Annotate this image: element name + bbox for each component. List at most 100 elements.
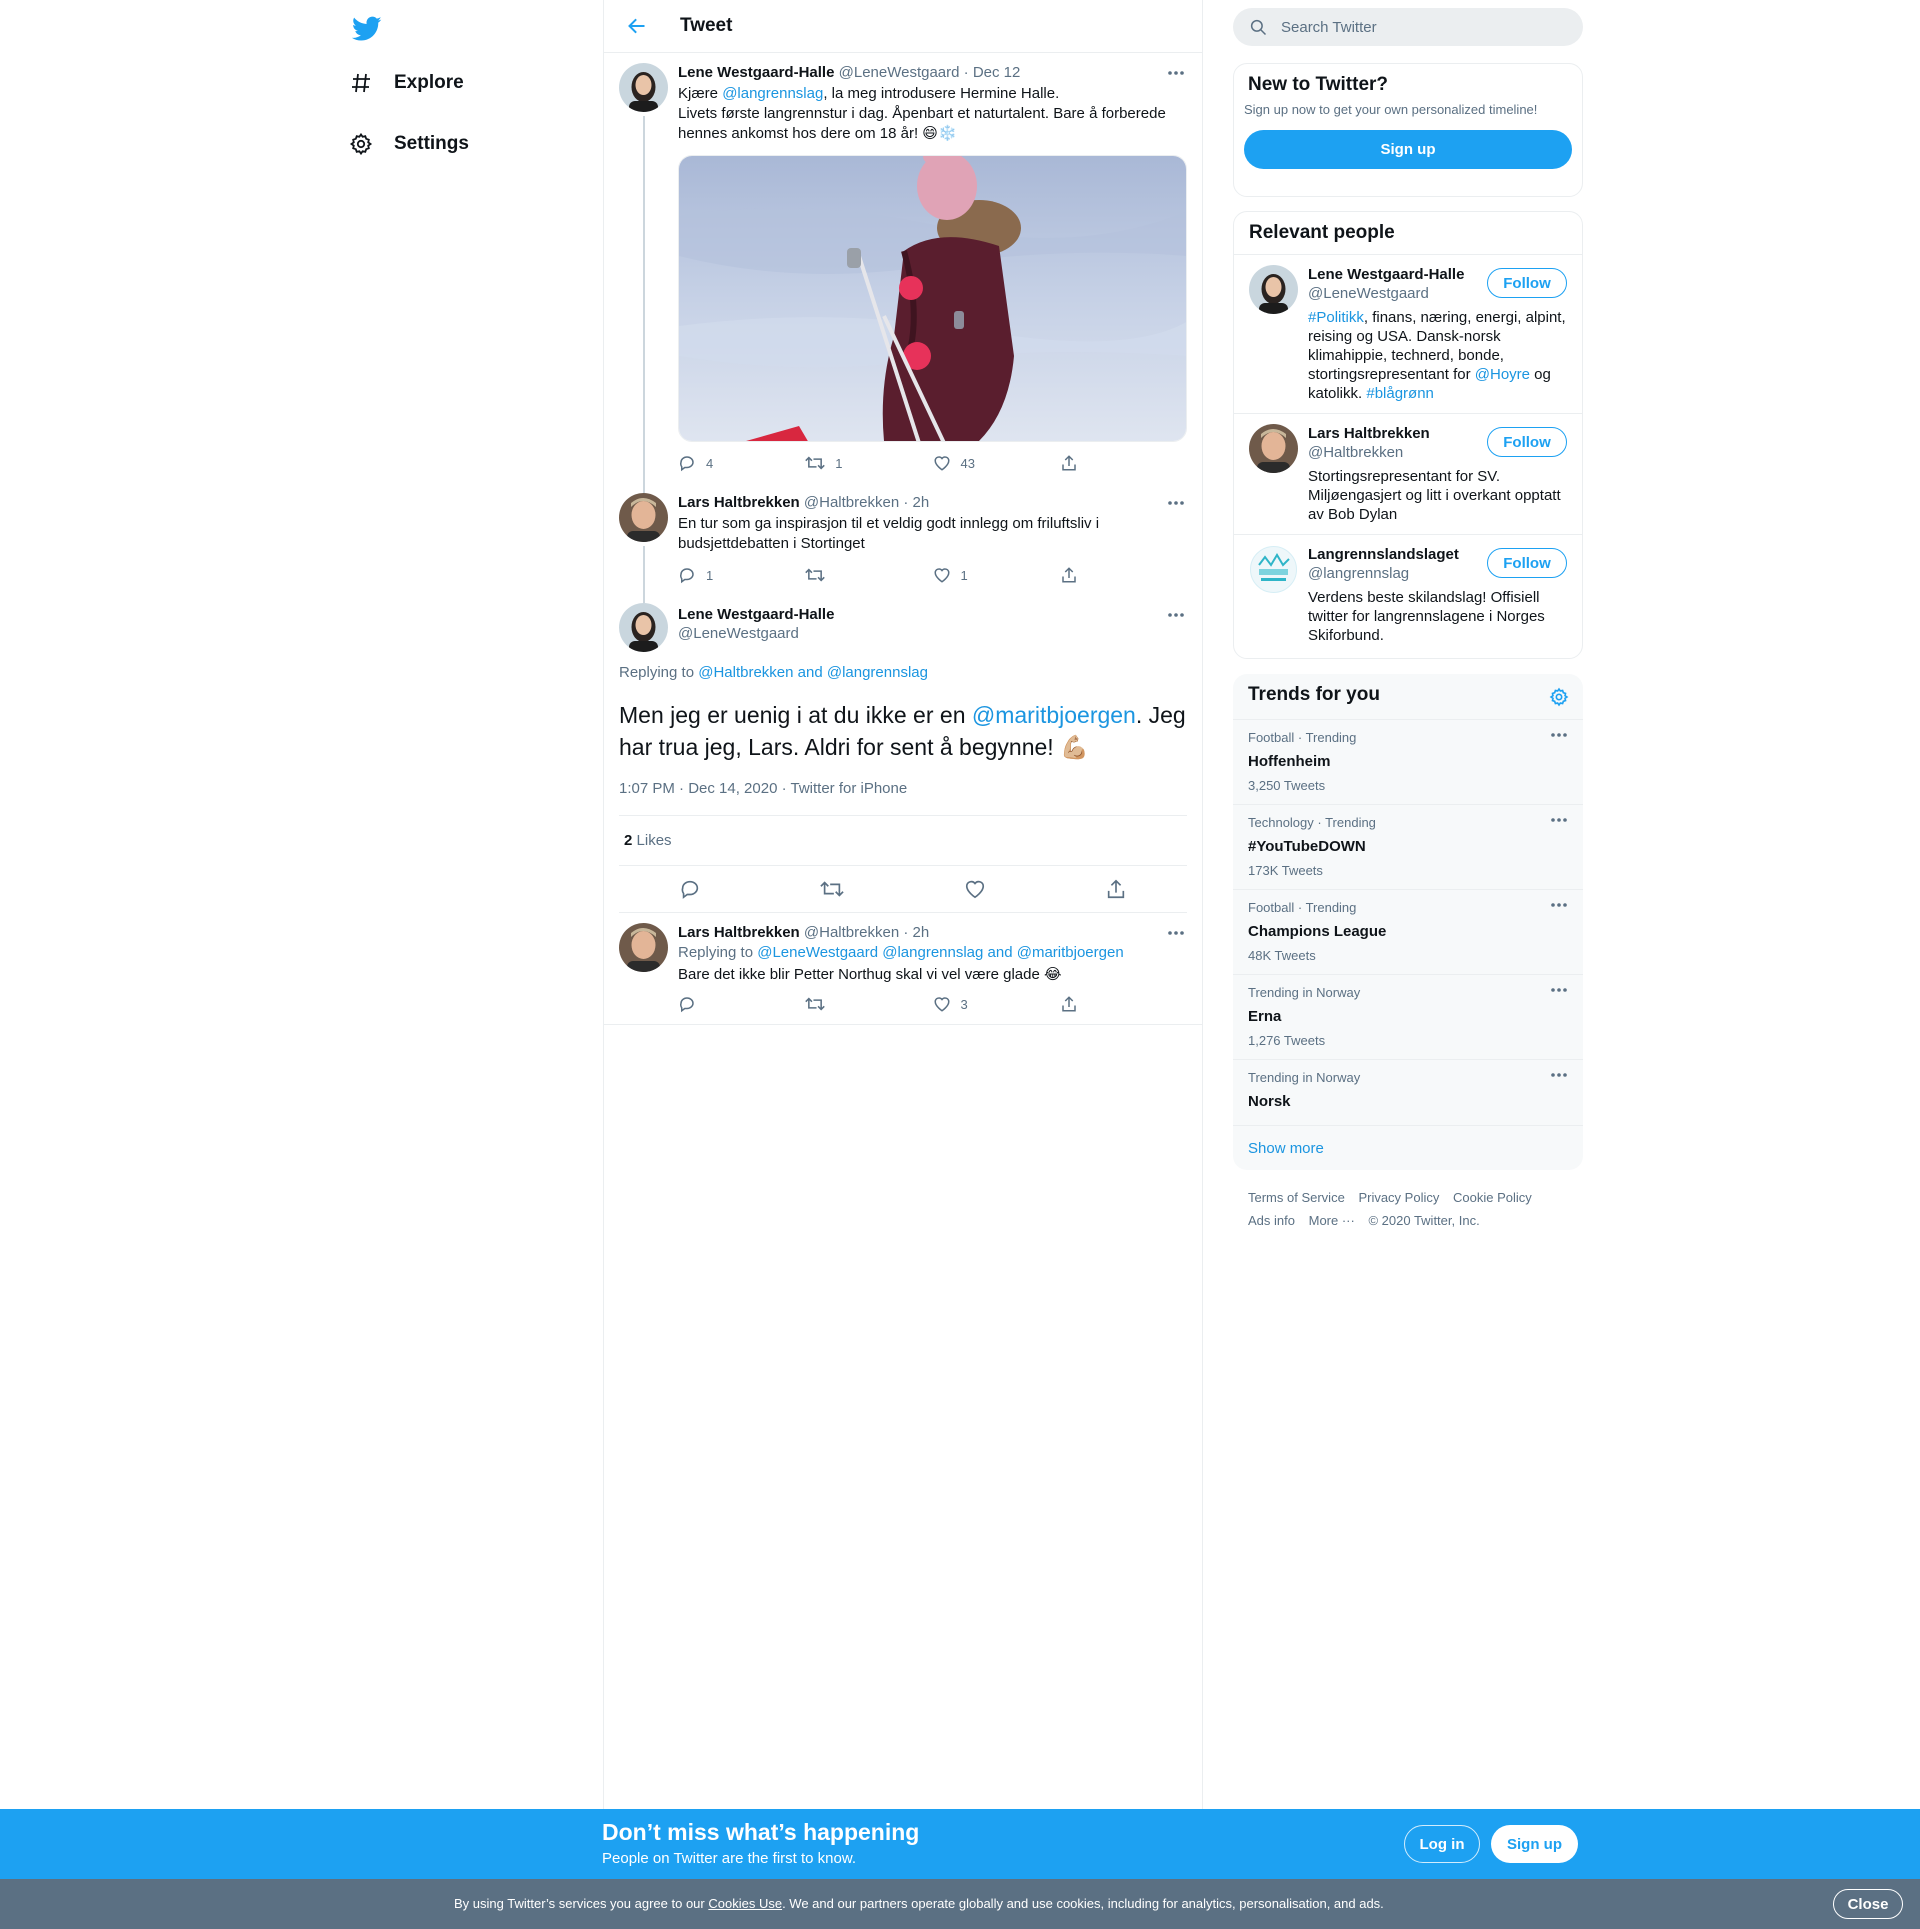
- reply-tweet[interactable]: Lars Haltbrekken @Haltbrekken · 2h Reply…: [604, 913, 1202, 1025]
- search-input[interactable]: [1281, 18, 1561, 36]
- trends-settings-button[interactable]: [1549, 687, 1569, 707]
- reply-button[interactable]: 4: [678, 454, 805, 472]
- tweet-photo[interactable]: [678, 155, 1187, 442]
- author-name[interactable]: Lars Haltbrekken: [678, 924, 800, 941]
- retweet-button[interactable]: [805, 566, 932, 584]
- like-button[interactable]: [964, 878, 986, 900]
- retweet-button[interactable]: [805, 995, 932, 1013]
- avatar[interactable]: [619, 923, 668, 972]
- mention-link[interactable]: @maritbjoergen: [972, 702, 1136, 728]
- privacy-link[interactable]: Privacy Policy: [1358, 1190, 1439, 1205]
- thread-tweet[interactable]: Lene Westgaard-Halle @LeneWestgaard · De…: [604, 53, 1202, 483]
- trend-more-button[interactable]: [1550, 1072, 1568, 1078]
- ellipsis-icon: [1551, 1073, 1567, 1077]
- avatar[interactable]: [1249, 545, 1298, 594]
- trend-item[interactable]: Trending in Norway Erna 1,276 Tweets: [1233, 974, 1583, 1059]
- author-name[interactable]: Lene Westgaard-Halle: [678, 64, 834, 81]
- cookie-close-button[interactable]: Close: [1833, 1889, 1903, 1919]
- hashtag-link[interactable]: #Politikk: [1308, 309, 1364, 326]
- twitter-logo[interactable]: [346, 8, 388, 50]
- follow-button[interactable]: Follow: [1487, 427, 1567, 457]
- sign-up-button[interactable]: Sign up: [1244, 130, 1572, 169]
- follow-button[interactable]: Follow: [1487, 268, 1567, 298]
- separator-dot: ·: [963, 64, 969, 81]
- more-options-button[interactable]: [1166, 605, 1186, 625]
- ads-info-link[interactable]: Ads info: [1248, 1213, 1295, 1228]
- cookies-use-link[interactable]: Cookies Use: [708, 1896, 782, 1911]
- heart-icon: [965, 880, 984, 899]
- reply-button[interactable]: 1: [678, 566, 805, 584]
- author-handle[interactable]: @Haltbrekken: [804, 924, 899, 941]
- avatar[interactable]: [619, 63, 668, 112]
- hashtag-link[interactable]: #blågrønn: [1366, 385, 1434, 402]
- like-button[interactable]: 1: [933, 566, 1060, 584]
- trend-more-button[interactable]: [1550, 987, 1568, 993]
- search-box[interactable]: [1233, 8, 1583, 46]
- replying-to-link[interactable]: @Haltbrekken and @langrennslag: [698, 664, 928, 681]
- trend-item[interactable]: Technology · Trending #YouTubeDOWN 173K …: [1233, 804, 1583, 889]
- trend-more-button[interactable]: [1550, 902, 1568, 908]
- trend-item[interactable]: Football · Trending Champions League 48K…: [1233, 889, 1583, 974]
- share-button[interactable]: [1060, 566, 1187, 584]
- likes-summary[interactable]: 2 Likes: [619, 815, 1187, 865]
- avatar[interactable]: [619, 493, 668, 542]
- search-icon: [1249, 18, 1267, 36]
- replying-to-link[interactable]: @LeneWestgaard @langrennslag and @maritb…: [757, 944, 1123, 961]
- author-name[interactable]: Lars Haltbrekken: [678, 494, 800, 511]
- retweet-button[interactable]: 1: [805, 454, 932, 472]
- show-more-link[interactable]: Show more: [1233, 1125, 1583, 1170]
- ellipsis-icon: [1551, 988, 1567, 992]
- reply-button[interactable]: [679, 878, 701, 900]
- thread-tweet[interactable]: Lars Haltbrekken @Haltbrekken · 2h En tu…: [604, 483, 1202, 593]
- mention-link[interactable]: @Hoyre: [1475, 366, 1530, 383]
- tweet-meta[interactable]: 1:07 PM · Dec 14, 2020 · Twitter for iPh…: [619, 779, 1187, 799]
- column-header: Tweet: [604, 0, 1202, 53]
- tweet-time[interactable]: 2h: [913, 924, 930, 941]
- terms-link[interactable]: Terms of Service: [1248, 1190, 1345, 1205]
- ellipsis-icon: [1551, 733, 1567, 737]
- author-handle[interactable]: @LeneWestgaard: [678, 624, 1187, 643]
- author-name[interactable]: Lene Westgaard-Halle: [678, 605, 1187, 624]
- nav-explore[interactable]: Explore: [346, 58, 464, 108]
- more-link[interactable]: More ···: [1309, 1213, 1355, 1228]
- trend-item[interactable]: Trending in Norway Norsk: [1233, 1059, 1583, 1125]
- avatar[interactable]: [619, 603, 668, 652]
- nav-settings[interactable]: Settings: [346, 119, 469, 169]
- cookie-policy-link[interactable]: Cookie Policy: [1453, 1190, 1532, 1205]
- retweet-button[interactable]: [820, 878, 844, 900]
- more-options-button[interactable]: [1166, 923, 1186, 943]
- log-in-button[interactable]: Log in: [1404, 1825, 1480, 1863]
- share-button[interactable]: [1105, 878, 1127, 900]
- more-options-button[interactable]: [1166, 63, 1186, 83]
- banner-sign-up-button[interactable]: Sign up: [1491, 1825, 1578, 1863]
- retweet-icon: [805, 568, 826, 582]
- more-options-button[interactable]: [1166, 493, 1186, 513]
- hashtag-icon: [346, 68, 376, 98]
- trend-meta: Technology · Trending: [1248, 815, 1376, 830]
- back-button[interactable]: [620, 9, 654, 43]
- mention-link[interactable]: @langrennslag: [722, 85, 823, 102]
- trend-more-button[interactable]: [1550, 732, 1568, 738]
- person-item[interactable]: Follow Lars Haltbrekken @Haltbrekken Sto…: [1234, 413, 1582, 534]
- person-item[interactable]: Follow Langrennslandslaget @langrennslag…: [1234, 534, 1582, 655]
- share-icon: [1062, 455, 1076, 471]
- trends-card: Trends for you Football · Trending Hoffe…: [1233, 674, 1583, 1170]
- share-button[interactable]: [1060, 454, 1187, 472]
- avatar[interactable]: [1249, 265, 1298, 314]
- thread-line: [643, 546, 645, 593]
- trend-item[interactable]: Football · Trending Hoffenheim 3,250 Twe…: [1233, 719, 1583, 804]
- like-button[interactable]: 3: [933, 995, 1060, 1013]
- author-handle[interactable]: @Haltbrekken: [804, 494, 899, 511]
- share-button[interactable]: [1060, 995, 1187, 1013]
- share-icon: [1062, 996, 1076, 1012]
- avatar[interactable]: [1249, 424, 1298, 473]
- trend-more-button[interactable]: [1550, 817, 1568, 823]
- tweet-text: Bare det ikke blir Petter Northug skal v…: [678, 966, 1062, 983]
- tweet-time[interactable]: Dec 12: [973, 64, 1021, 81]
- author-handle[interactable]: @LeneWestgaard: [839, 64, 960, 81]
- reply-button[interactable]: [678, 995, 805, 1013]
- like-button[interactable]: 43: [933, 454, 1060, 472]
- tweet-time[interactable]: 2h: [913, 494, 930, 511]
- person-item[interactable]: Follow Lene Westgaard-Halle @LeneWestgaa…: [1234, 254, 1582, 413]
- follow-button[interactable]: Follow: [1487, 548, 1567, 578]
